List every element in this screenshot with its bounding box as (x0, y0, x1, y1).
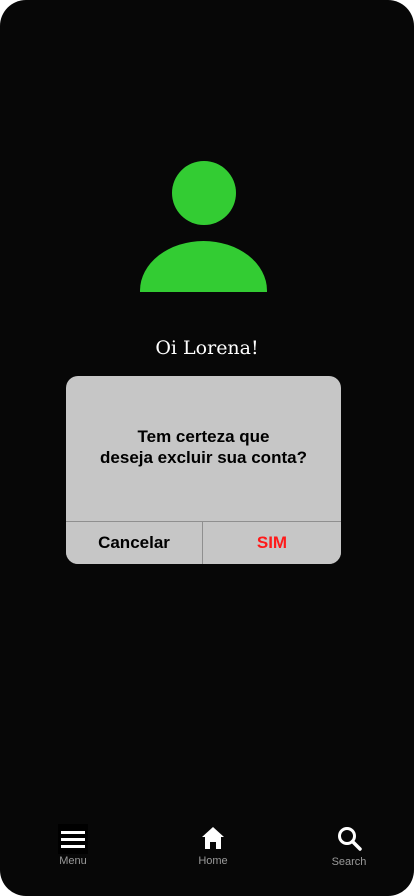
nav-label-menu: Menu (59, 855, 87, 867)
home-icon (200, 825, 226, 851)
dialog-message-line-2: deseja excluir sua conta? (100, 448, 307, 467)
greeting-text: Oi Lorena! (155, 337, 259, 359)
hamburger-menu-icon (58, 824, 88, 854)
dialog-message-line-1: Tem certeza que (137, 427, 270, 446)
user-avatar-icon (140, 161, 267, 292)
nav-item-menu[interactable]: Menu (33, 822, 113, 872)
cancel-button[interactable]: Cancelar (66, 521, 203, 564)
nav-label-home: Home (198, 855, 228, 867)
search-icon (337, 826, 363, 852)
dialog-message: Tem certeza que deseja excluir sua conta… (66, 426, 341, 468)
avatar-body (140, 241, 267, 292)
nav-label-search: Search (331, 856, 367, 868)
nav-item-home[interactable]: Home (173, 822, 253, 872)
confirm-delete-button[interactable]: SIM (203, 521, 341, 564)
nav-item-search[interactable]: Search (309, 822, 389, 872)
avatar-head (172, 161, 236, 225)
delete-account-dialog: Tem certeza que deseja excluir sua conta… (66, 376, 341, 564)
app-screen: Oi Lorena! Tem certeza que deseja exclui… (0, 0, 414, 896)
